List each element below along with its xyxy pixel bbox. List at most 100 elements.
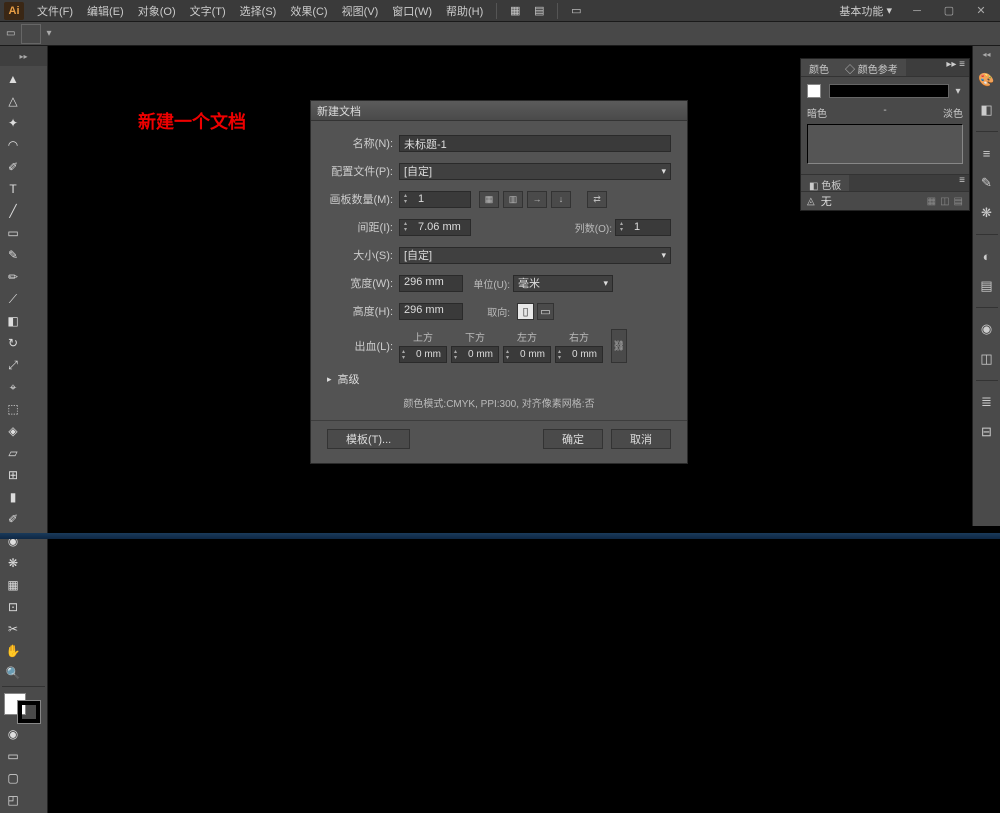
menu-view[interactable]: 视图(V) [335, 3, 386, 19]
minimize-button[interactable]: ─ [902, 0, 932, 22]
magic-wand-tool[interactable]: ✦ [2, 112, 24, 134]
direct-selection-tool[interactable]: △ [2, 90, 24, 112]
menu-help[interactable]: 帮助(H) [439, 3, 490, 19]
align-icon[interactable]: ⊟ [976, 421, 998, 443]
profile-select[interactable]: [自定] [399, 163, 671, 180]
bleed-top-input[interactable]: ▴▾0 mm [399, 346, 447, 363]
orientation-landscape[interactable]: ▭ [537, 303, 554, 320]
size-select[interactable]: [自定] [399, 247, 671, 264]
doc-icon[interactable]: ▭ [566, 2, 586, 20]
layout-icon-2[interactable]: ▤ [529, 2, 549, 20]
eyedropper-tool[interactable]: ✐ [2, 508, 24, 530]
layout-icon-1[interactable]: ▦ [505, 2, 525, 20]
bleed-link-icon[interactable]: ⛓ [611, 329, 627, 363]
grid-by-col-button[interactable]: ▥ [503, 191, 523, 208]
bleed-bottom-input[interactable]: ▴▾0 mm [451, 346, 499, 363]
color-mode[interactable]: ◉ [2, 723, 24, 745]
spacing-input[interactable]: ▴▾7.06 mm [399, 219, 471, 236]
workspace-switcher[interactable]: 基本功能 ▾ [831, 3, 900, 19]
artboard-tool[interactable]: ⊡ [2, 596, 24, 618]
columns-input[interactable]: ▴▾1 [615, 219, 671, 236]
appearance-icon[interactable]: ◉ [976, 318, 998, 340]
color-palette-icon[interactable]: 🎨 [976, 69, 998, 91]
line-tool[interactable]: ╱ [2, 200, 24, 222]
height-input[interactable]: 296 mm [399, 303, 463, 320]
width-input[interactable]: 296 mm [399, 275, 463, 292]
screen-mode[interactable]: ▢ [2, 767, 24, 789]
maximize-button[interactable]: ▢ [934, 0, 964, 22]
swatch-icon-3[interactable]: ▤ [954, 196, 963, 207]
eraser-tool[interactable]: ◧ [2, 310, 24, 332]
swatches-menu-icon[interactable]: ≡ [955, 175, 969, 191]
pen-tool[interactable]: ✐ [2, 156, 24, 178]
type-tool[interactable]: T [2, 178, 24, 200]
gradient-panel-icon[interactable]: ▤ [976, 275, 998, 297]
arrange-row-button[interactable]: → [527, 191, 547, 208]
menu-window[interactable]: 窗口(W) [385, 3, 439, 19]
shape-builder-tool[interactable]: ◈ [2, 420, 24, 442]
hand-tool[interactable]: ✋ [2, 640, 24, 662]
zoom-tool[interactable]: 🔍 [2, 662, 24, 684]
tab-color[interactable]: 颜色 [801, 59, 837, 76]
gradient-tool[interactable]: ▮ [2, 486, 24, 508]
pencil-tool[interactable]: ✏ [2, 266, 24, 288]
fill-stroke-swatch[interactable] [2, 693, 45, 723]
bleed-bottom-label: 下方 [465, 329, 485, 344]
change-screen[interactable]: ◰ [2, 789, 24, 811]
layers-icon[interactable]: ≣ [976, 391, 998, 413]
swatches-icon[interactable]: ◧ [976, 99, 998, 121]
arrange-col-button[interactable]: ↓ [551, 191, 571, 208]
brushes-icon[interactable]: ✎ [976, 172, 998, 194]
slice-tool[interactable]: ✂ [2, 618, 24, 640]
perspective-tool[interactable]: ▱ [2, 442, 24, 464]
menu-select[interactable]: 选择(S) [233, 3, 284, 19]
rtl-button[interactable]: ⇄ [587, 191, 607, 208]
free-transform-tool[interactable]: ⬚ [2, 398, 24, 420]
cancel-button[interactable]: 取消 [611, 429, 671, 449]
active-color-swatch[interactable] [807, 84, 821, 98]
advanced-expander[interactable]: 高级 [327, 371, 671, 387]
stroke-color[interactable] [18, 701, 40, 723]
bleed-right-input[interactable]: ▴▾0 mm [555, 346, 603, 363]
fill-indicator[interactable] [21, 24, 41, 44]
scale-tool[interactable]: ⤢ [2, 354, 24, 376]
template-button[interactable]: 模板(T)... [327, 429, 410, 449]
color-bar[interactable] [829, 84, 949, 98]
bleed-left-input[interactable]: ▴▾0 mm [503, 346, 551, 363]
lasso-tool[interactable]: ◠ [2, 134, 24, 156]
units-select[interactable]: 毫米 [513, 275, 613, 292]
menu-file[interactable]: 文件(F) [30, 3, 80, 19]
stroke-icon[interactable]: ≡ [976, 142, 998, 164]
selection-tool[interactable]: ▲ [2, 68, 24, 90]
menu-object[interactable]: 对象(O) [131, 3, 183, 19]
symbols-icon[interactable]: ❋ [976, 202, 998, 224]
graphic-styles-icon[interactable]: ◫ [976, 348, 998, 370]
tab-swatches[interactable]: ◧ 色板 [801, 175, 849, 191]
drawing-mode[interactable]: ▭ [2, 745, 24, 767]
symbol-sprayer-tool[interactable]: ❋ [2, 552, 24, 574]
panel-menu-icon[interactable]: ▸▸ ≡ [942, 59, 969, 76]
column-graph-tool[interactable]: ▦ [2, 574, 24, 596]
tab-color-guide[interactable]: ◇ 颜色参考 [837, 59, 906, 76]
grid-by-row-button[interactable]: ▦ [479, 191, 499, 208]
width-tool[interactable]: ⌖ [2, 376, 24, 398]
height-label: 高度(H): [327, 303, 399, 319]
swatch-icon-1[interactable]: ▦ [927, 196, 936, 207]
paintbrush-tool[interactable]: ✎ [2, 244, 24, 266]
close-button[interactable]: ✕ [966, 0, 996, 22]
artboards-input[interactable]: ▴▾1 [399, 191, 471, 208]
transparency-icon[interactable]: ◐ [976, 245, 998, 267]
bleed-label: 出血(L): [327, 338, 399, 354]
menu-text[interactable]: 文字(T) [183, 3, 233, 19]
menu-edit[interactable]: 编辑(E) [80, 3, 131, 19]
ok-button[interactable]: 确定 [543, 429, 603, 449]
orientation-portrait[interactable]: ▯ [517, 303, 534, 320]
color-harmony-grid[interactable] [807, 124, 963, 164]
name-input[interactable]: 未标题-1 [399, 135, 671, 152]
blob-brush-tool[interactable]: ⟋ [2, 288, 24, 310]
rectangle-tool[interactable]: ▭ [2, 222, 24, 244]
mesh-tool[interactable]: ⊞ [2, 464, 24, 486]
rotate-tool[interactable]: ↻ [2, 332, 24, 354]
swatch-icon-2[interactable]: ◫ [940, 196, 949, 207]
menu-effect[interactable]: 效果(C) [283, 3, 334, 19]
